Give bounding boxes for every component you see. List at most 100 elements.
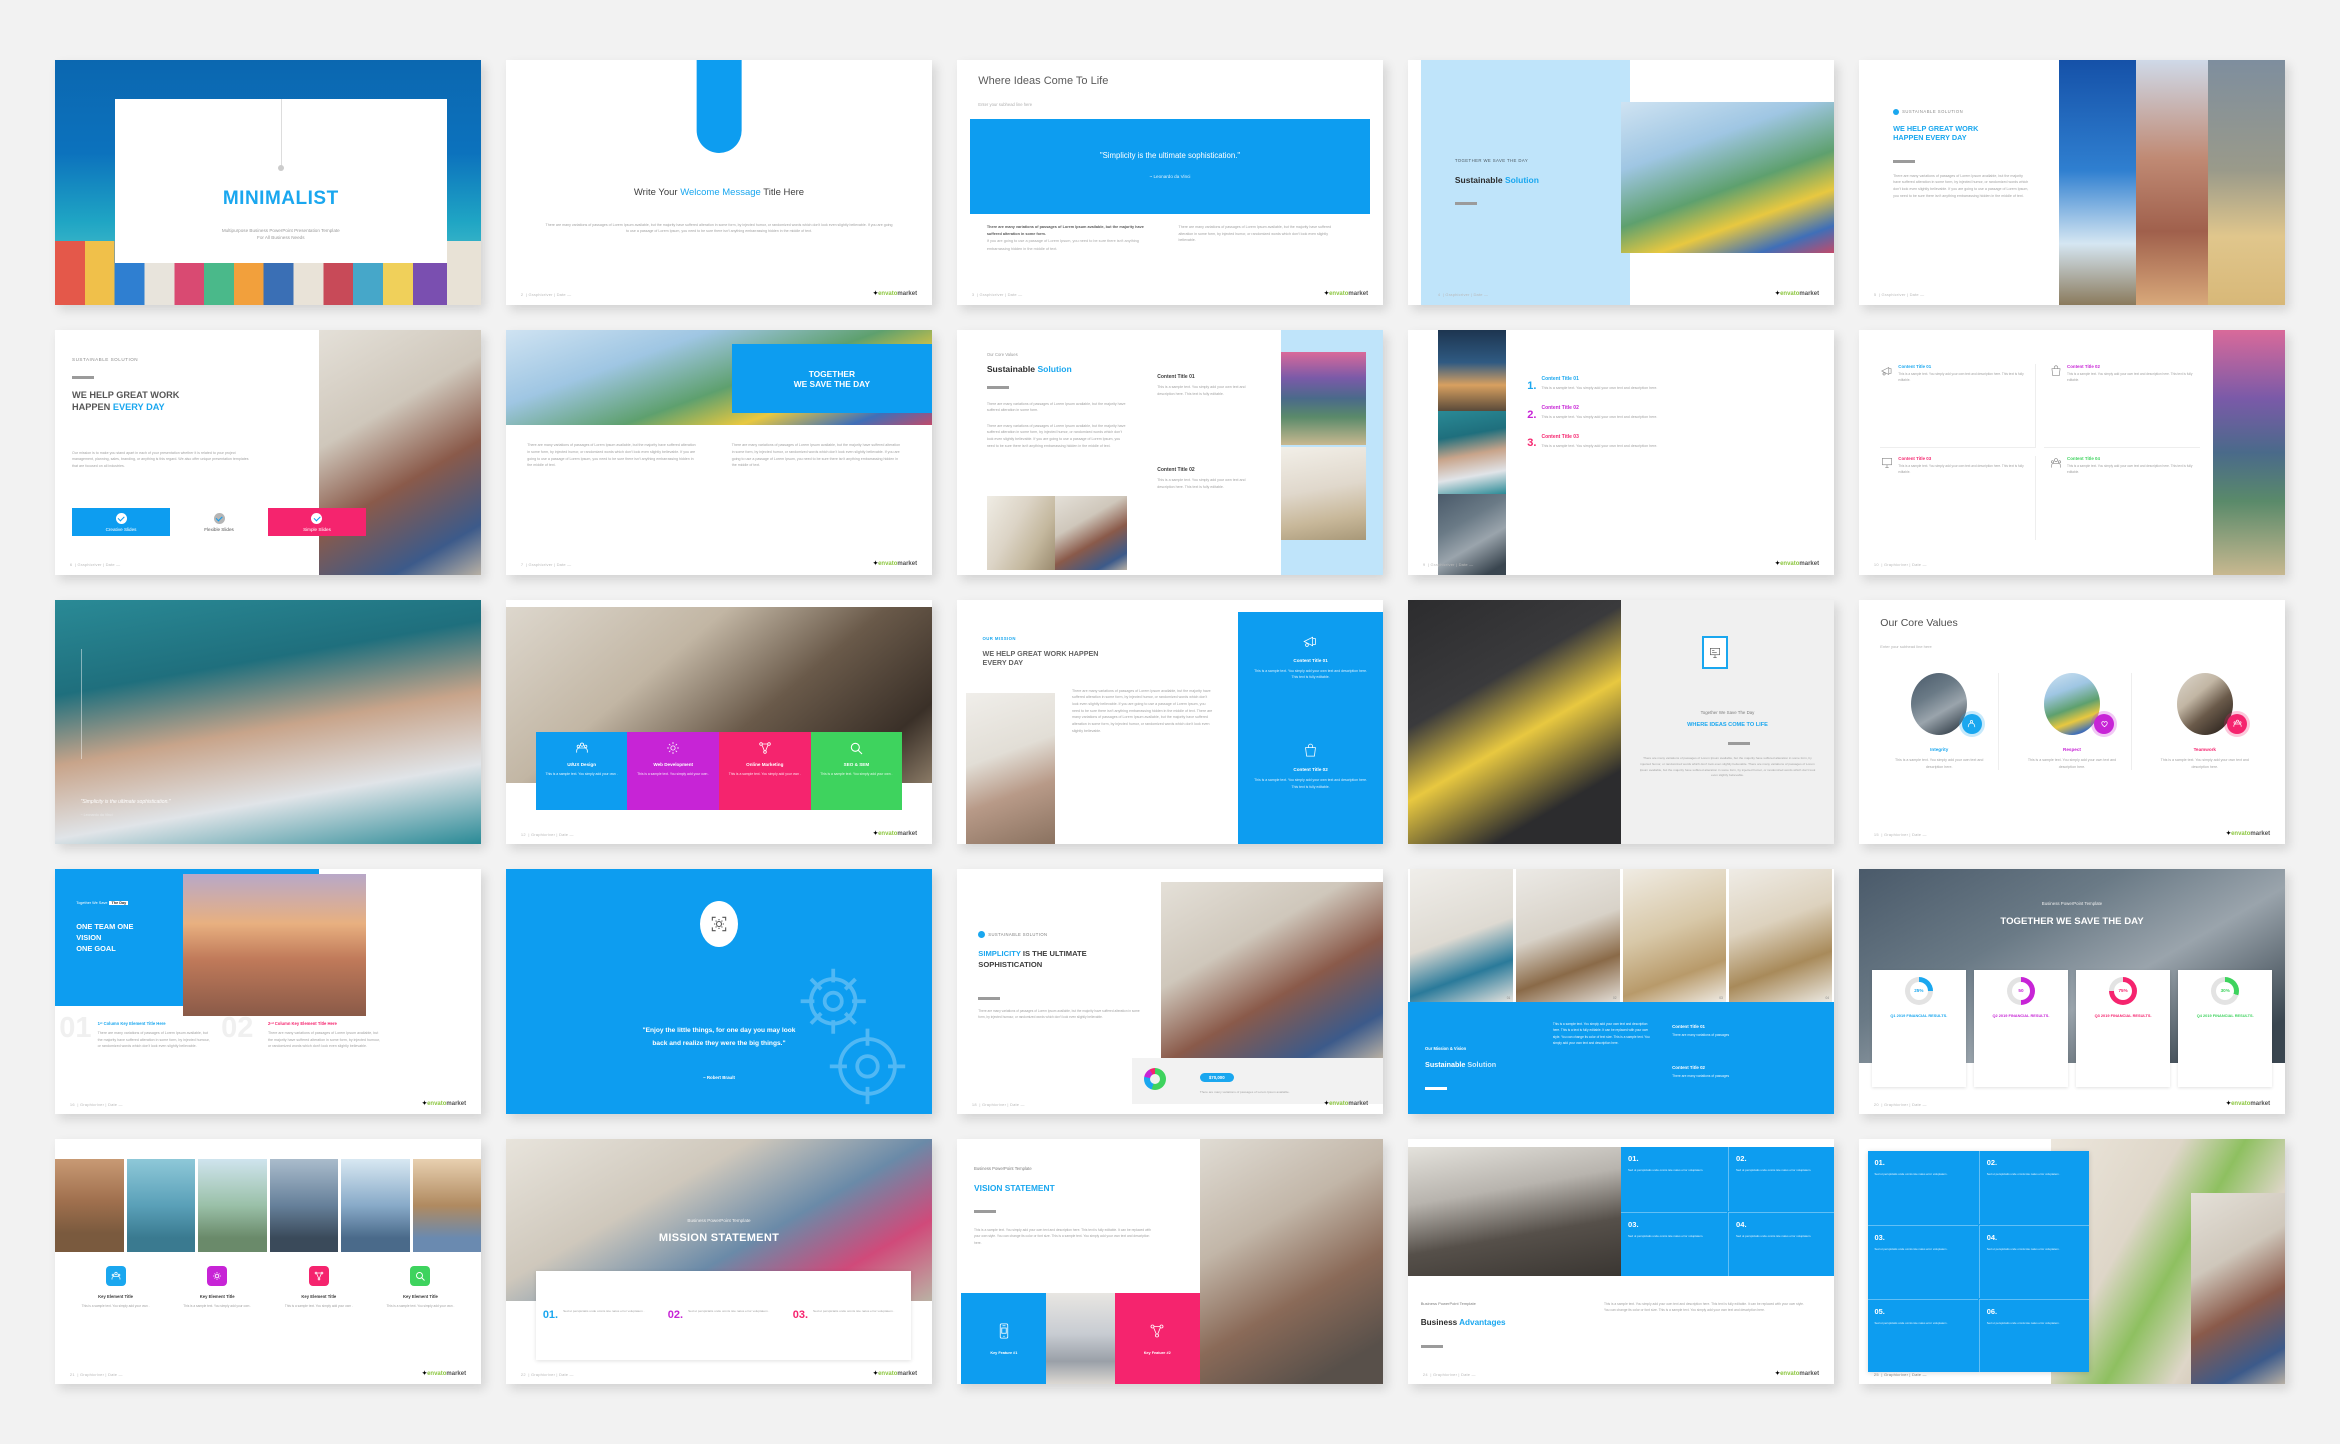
item-title: Content Title 03 bbox=[1541, 433, 1579, 440]
slide-numbered-list[interactable]: 1. Content Title 01 This is a sample tex… bbox=[1408, 329, 1834, 575]
service-card[interactable]: Web Development This is a sample text. Y… bbox=[627, 731, 719, 811]
slide-key-elements[interactable]: Key Element Title This is a sample text.… bbox=[55, 1139, 481, 1384]
stat-card: 30% Q4 2019 FINANCIAL RESULTS. bbox=[2178, 969, 2273, 1088]
slide-great-work-triptych[interactable]: SUSTAINABLE SOLUTION WE HELP GREAT WORK … bbox=[1859, 60, 2285, 305]
card-title: SEO & SEM bbox=[843, 761, 870, 767]
slide-vision-statement[interactable]: Business PowerPoint Template VISION STAT… bbox=[957, 1139, 1383, 1384]
donut-label: 50 bbox=[2011, 981, 2030, 1000]
ghost-number: 01 bbox=[59, 1011, 92, 1044]
slide-our-mission[interactable]: Content Title 01 This is a sample text. … bbox=[957, 599, 1383, 845]
tile-number: 05. bbox=[1874, 1306, 1885, 1316]
item-body: This is a sample text. You simply add yo… bbox=[81, 1304, 150, 1309]
tile: 01. Sed ut perspiciatis unde omnis iste … bbox=[1621, 1146, 1727, 1211]
value-body: This is a sample text. You simply add yo… bbox=[1895, 758, 1984, 769]
title-card: MINIMALIST Multipurpose Business PowerPo… bbox=[114, 99, 447, 264]
slide-enjoy-quote[interactable]: "Enjoy the little things, for one day yo… bbox=[506, 869, 932, 1115]
tile-number: 06. bbox=[1986, 1306, 1998, 1316]
page-title: Our Core Values bbox=[1880, 616, 1958, 629]
page-title: WHERE IDEAS COME TO LIFE bbox=[1687, 721, 1768, 728]
slide-four-quadrant[interactable]: Content Title 01 This is a sample text. … bbox=[1859, 329, 2285, 575]
item-title: Content Title 02 bbox=[1293, 767, 1328, 773]
list-item: 1. Content Title 01 This is a sample tex… bbox=[1527, 376, 1808, 392]
slide-sustainable-solution[interactable]: TOGETHER WE SAVE THE DAY Sustainable Sol… bbox=[1408, 60, 1834, 305]
tile-number: 02. bbox=[1986, 1158, 1998, 1168]
page-title: TOGETHER WE SAVE THE DAY bbox=[2000, 915, 2144, 927]
slide-where-ideas-desk[interactable]: Together We Save The Day WHERE IDEAS COM… bbox=[1408, 599, 1834, 845]
card-body: This is a sample text. You simply add yo… bbox=[728, 771, 801, 776]
quadrant-item: Content Title 03 This is a sample text. … bbox=[1880, 456, 2037, 541]
title-accent: Advantages bbox=[1459, 1317, 1506, 1327]
key-feature-1[interactable]: Key Feature #1 bbox=[961, 1293, 1047, 1384]
item-title: Content Title 02 bbox=[1672, 1065, 1705, 1071]
card-body: This is a sample text. You simply add yo… bbox=[545, 771, 618, 776]
quadrant-item: Content Title 04 This is a sample text. … bbox=[2044, 456, 2200, 540]
service-card[interactable]: SEO & SEM This is a sample text. You sim… bbox=[810, 731, 903, 811]
simple-slides-button[interactable]: Simple Slides bbox=[268, 508, 366, 537]
slide-welcome[interactable]: Write Your Welcome Message Title Here Th… bbox=[506, 60, 932, 305]
card-title: Online Marketing bbox=[746, 761, 784, 767]
slide-our-core-values[interactable]: Our Core Values Enter your subhead line … bbox=[1859, 599, 2285, 845]
item-title: Key Element Title bbox=[199, 1294, 235, 1300]
tile-body: Sed ut perspiciatis unde omnis iste natu… bbox=[1628, 1233, 1704, 1238]
body-text: There are many variations of passages of… bbox=[1072, 688, 1213, 733]
envato-logo: ✦envatomarket bbox=[1775, 1370, 1820, 1377]
slide-title[interactable]: MINIMALIST Multipurpose Business PowerPo… bbox=[55, 60, 481, 305]
envato-logo: ✦envatomarket bbox=[2226, 831, 2271, 838]
stat-caption: Q4 2019 FINANCIAL RESULTS. bbox=[2196, 1012, 2254, 1018]
slide-service-cards[interactable]: UI/UX Design This is a sample text. You … bbox=[506, 599, 932, 845]
key-element: Key Element Title This is a sample text.… bbox=[169, 1266, 265, 1310]
slide-business-advantages[interactable]: 01. Sed ut perspiciatis unde omnis iste … bbox=[1408, 1139, 1834, 1384]
donut-chart bbox=[1144, 1067, 1167, 1090]
slide-mission-vision-products[interactable]: 01 02 03 04 Our Mission & Vision Sustain… bbox=[1408, 869, 1834, 1115]
quote-line-1: "Enjoy the little things, for one day yo… bbox=[642, 1026, 796, 1034]
slide-six-tiles[interactable]: 01. Sed ut perspiciatis unde omnis iste … bbox=[1859, 1139, 2285, 1384]
slide-core-values-sustainable[interactable]: Our Core Values Sustainable Solution The… bbox=[957, 329, 1383, 575]
divider bbox=[1425, 1087, 1448, 1091]
tile-number: 04. bbox=[1736, 1219, 1747, 1229]
eyebrow-badge: The Day bbox=[109, 901, 129, 906]
stat-card: 75% Q3 2019 FINANCIAL RESULTS. bbox=[2076, 969, 2171, 1088]
blue-panel bbox=[1408, 1001, 1834, 1115]
slide-mission-statement[interactable]: Business PowerPoint Template MISSION STA… bbox=[506, 1139, 932, 1384]
eyebrow: Business PowerPoint Template bbox=[2041, 901, 2103, 907]
title-accent: Solution bbox=[1037, 364, 1072, 375]
service-card[interactable]: Online Marketing This is a sample text. … bbox=[719, 731, 811, 811]
title-subtitle-line-1: Multipurpose Business PowerPoint Present… bbox=[221, 228, 340, 234]
tile: 04. Sed ut perspiciatis unde omnis iste … bbox=[1728, 1211, 1834, 1277]
envato-logo: ✦envatomarket bbox=[1775, 561, 1820, 568]
title-main: Sustainable bbox=[1425, 1060, 1468, 1070]
slide-footer: 22 | Graphicriver | Date — bbox=[520, 1371, 574, 1377]
eyebrow: SUSTAINABLE SOLUTION bbox=[72, 356, 139, 362]
slide-financial-results[interactable]: Business PowerPoint Template TOGETHER WE… bbox=[1859, 869, 2285, 1115]
item-body: Sed ut perspiciatis unde omnis iste natu… bbox=[813, 1309, 895, 1314]
slide-one-team-one-vision[interactable]: Together We Save The Day ONE TEAM ONE VI… bbox=[55, 869, 481, 1115]
item-body: This is a sample text. You simply add yo… bbox=[1898, 464, 2024, 475]
item-body: This is a sample text. You simply add yo… bbox=[1254, 668, 1367, 680]
eyebrow-pre: Together We Save bbox=[76, 901, 108, 906]
value-photo bbox=[1911, 673, 1968, 736]
column-body: There are many variations of passages of… bbox=[268, 1031, 380, 1049]
key-feature-2[interactable]: Key Feature #2 bbox=[1114, 1293, 1200, 1384]
value-photo bbox=[2176, 673, 2233, 736]
value-card: Teamwork This is a sample text. You simp… bbox=[2146, 673, 2264, 770]
eyebrow: Business PowerPoint Template bbox=[974, 1166, 1032, 1172]
col2: There are many variations of passages of… bbox=[731, 443, 901, 468]
flexible-slides-button[interactable]: Flexible Slides bbox=[170, 508, 268, 537]
item-body: This is a sample text. You simply add yo… bbox=[1541, 414, 1658, 419]
stat-card: 50 Q2 2019 FINANCIAL RESULTS. bbox=[1973, 969, 2069, 1088]
welcome-body: There are many variations of passages of… bbox=[545, 222, 893, 234]
numbered-item: 01. Sed ut perspiciatis unde omnis iste … bbox=[536, 1309, 661, 1321]
slide-where-ideas[interactable]: Where Ideas Come To Life Enter your subh… bbox=[957, 60, 1383, 305]
woman-photo bbox=[1437, 410, 1506, 494]
slide-simplicity[interactable]: SUSTAINABLE SOLUTION SIMPLICITY IS THE U… bbox=[957, 869, 1383, 1115]
slide-great-work-buttons[interactable]: SUSTAINABLE SOLUTION WE HELP GREAT WORK … bbox=[55, 329, 481, 575]
thumb-number: 01 bbox=[1506, 995, 1511, 1000]
creative-slides-button[interactable]: Creative Slides bbox=[72, 508, 171, 537]
item-title: Key Element Title bbox=[403, 1294, 438, 1300]
slide-together-we-save[interactable]: TOGETHER WE SAVE THE DAY There are many … bbox=[506, 329, 932, 575]
slide-quote-portrait[interactable]: "Simplicity is the ultimate sophisticati… bbox=[55, 599, 481, 845]
service-card[interactable]: UI/UX Design This is a sample text. You … bbox=[535, 731, 628, 811]
stat-caption: Q1 2019 FINANCIAL RESULTS. bbox=[1890, 1012, 1948, 1018]
divider bbox=[974, 1210, 997, 1214]
card-title: UI/UX Design bbox=[567, 761, 597, 767]
